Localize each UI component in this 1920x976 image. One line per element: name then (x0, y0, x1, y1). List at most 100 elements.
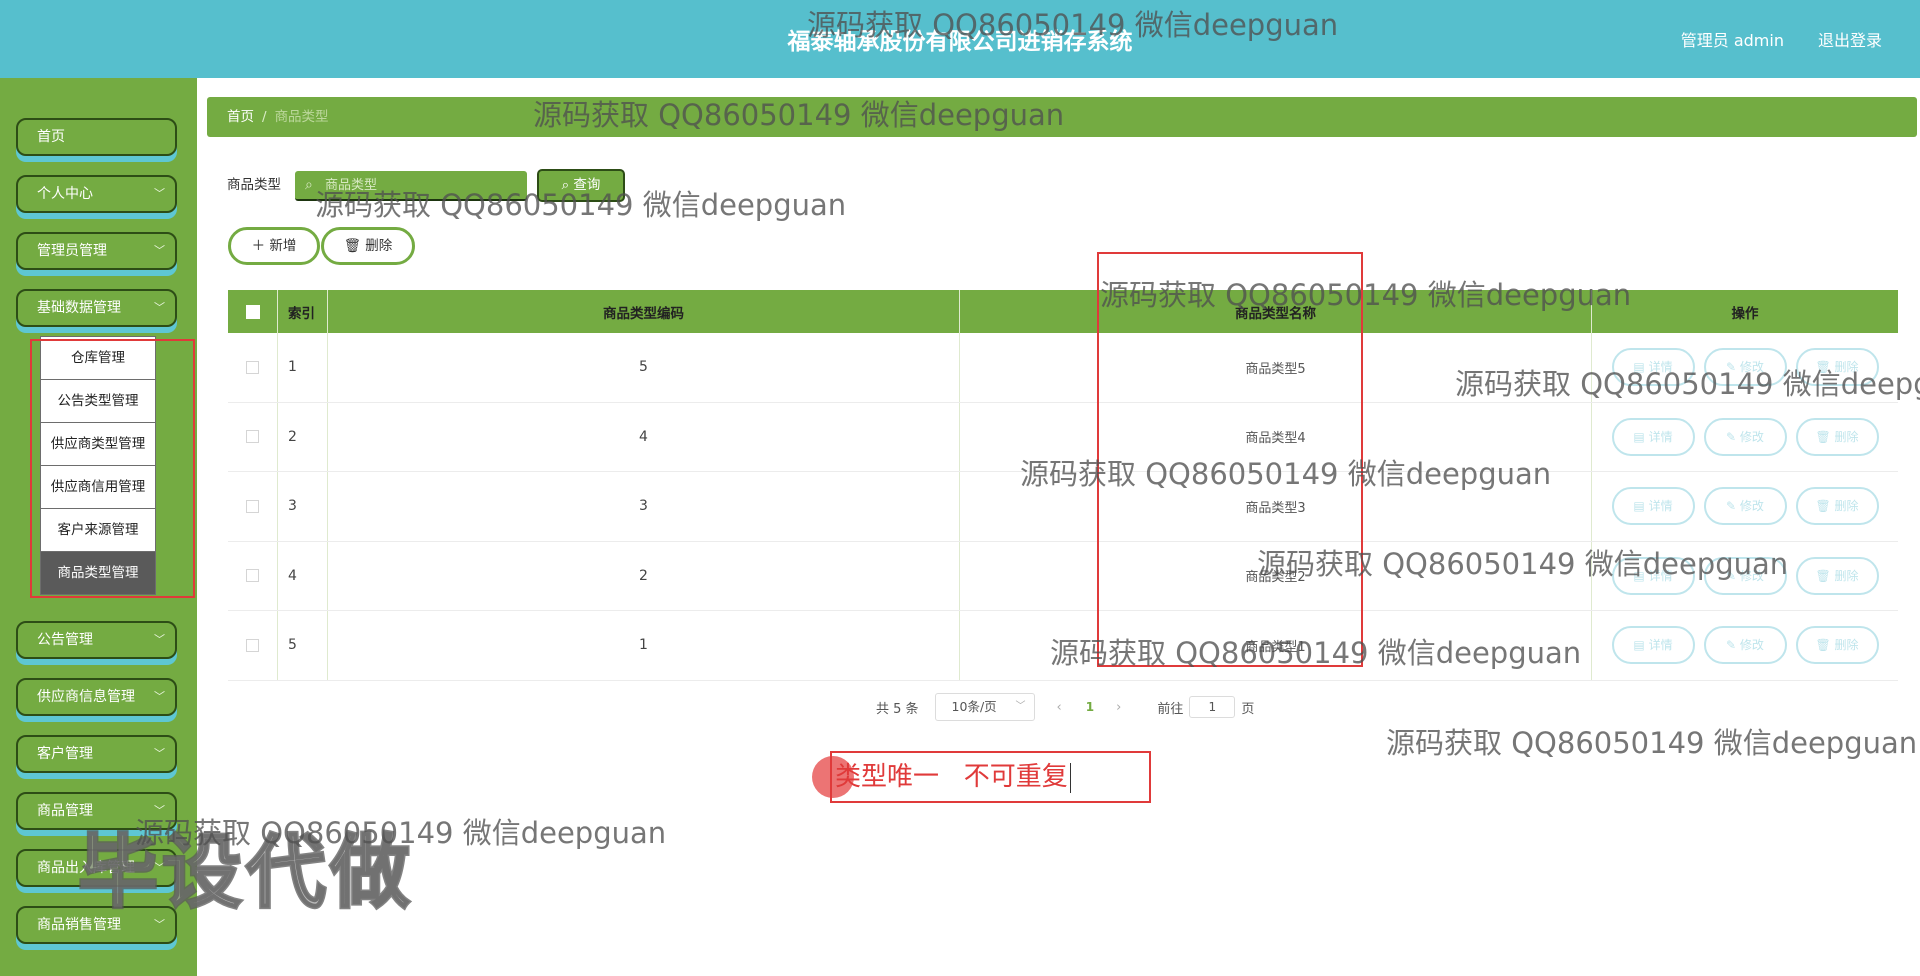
trash-icon: 🗑 (1815, 499, 1835, 514)
sidebar-item-profile[interactable]: 个人中心 ﹀ (16, 175, 177, 213)
row-checkbox[interactable] (246, 430, 259, 444)
table-row: 5 1 商品类型1 ▤ 详情 ✎ 修改 🗑 删除 (228, 611, 1898, 681)
chevron-down-icon: ﹀ (154, 861, 165, 874)
table-row: 4 2 商品类型2 ▤ 详情 ✎ 修改 🗑 删除 (228, 541, 1898, 611)
plus-icon: ＋ (251, 238, 270, 254)
goto-page-input[interactable]: 1 (1189, 696, 1236, 718)
add-button[interactable]: ＋ 新增 (228, 227, 320, 265)
detail-button[interactable]: ▤ 详情 (1611, 556, 1695, 595)
edit-label: 修改 (1739, 638, 1764, 653)
search-icon: ⌕ (561, 177, 574, 193)
row-index: 2 (278, 402, 328, 471)
sidebar-item-label: 个人中心 (37, 186, 93, 202)
select-all-checkbox[interactable] (245, 304, 260, 319)
detail-label: 详情 (1648, 568, 1673, 583)
sidebar-item-notice[interactable]: 公告管理 ﹀ (16, 621, 177, 659)
column-header-actions: 操作 (1731, 305, 1759, 322)
row-code: 1 (328, 611, 960, 680)
page-number[interactable]: 1 (1086, 700, 1094, 714)
sidebar-item-label: 管理员管理 (37, 243, 107, 259)
header-checkbox-cell (228, 290, 278, 333)
breadcrumb-current: 商品类型 (274, 109, 329, 125)
edit-label: 修改 (1739, 360, 1764, 375)
watermark: 源码获取 QQ86050149 微信deepguan (1386, 726, 1918, 760)
row-code: 2 (328, 541, 960, 610)
detail-button[interactable]: ▤ 详情 (1611, 348, 1695, 387)
edit-label: 修改 (1739, 499, 1764, 514)
sidebar-item-label: 商品出入库管理 (37, 860, 135, 876)
delete-label: 删除 (1834, 568, 1859, 583)
sidebar-item-label: 商品销售管理 (37, 917, 121, 933)
edit-button[interactable]: ✎ 修改 (1703, 417, 1787, 456)
goto-label: 前往 (1157, 701, 1184, 717)
delete-label: 删除 (1834, 360, 1859, 375)
sidebar-item-goods[interactable]: 商品管理 ﹀ (16, 792, 177, 830)
delete-button[interactable]: 🗑 删除 (1795, 348, 1879, 387)
pencil-icon: ✎ (1726, 638, 1740, 653)
pagination-total: 共 5 条 (876, 701, 919, 717)
next-page-icon[interactable]: › (1116, 700, 1121, 715)
pencil-icon: ✎ (1726, 360, 1740, 375)
delete-button[interactable]: 🗑 删除 (1795, 626, 1879, 665)
sidebar-item-basic-data[interactable]: 基础数据管理 ﹀ (16, 289, 177, 327)
goods-type-table: 索引 商品类型编码 商品类型名称 操作 1 5 商品类型5 ▤ 详情 ✎ 修改 … (228, 290, 1898, 681)
sidebar-item-customer[interactable]: 客户管理 ﹀ (16, 735, 177, 773)
delete-label: 删除 (1834, 638, 1859, 653)
search-input[interactable] (295, 171, 527, 201)
detail-label: 详情 (1648, 360, 1673, 375)
row-checkbox[interactable] (246, 360, 259, 374)
trash-icon: 🗑 (1815, 568, 1835, 583)
edit-label: 修改 (1739, 429, 1764, 444)
sidebar-item-label: 基础数据管理 (37, 300, 121, 316)
sidebar-item-admin[interactable]: 管理员管理 ﹀ (16, 232, 177, 270)
detail-button[interactable]: ▤ 详情 (1611, 626, 1695, 665)
chevron-down-icon: ﹀ (154, 301, 165, 314)
sidebar-item-goods-stock[interactable]: 商品出入库管理 ﹀ (16, 849, 177, 887)
row-actions: ▤ 详情 ✎ 修改 🗑 删除 (1592, 472, 1898, 541)
edit-button[interactable]: ✎ 修改 (1703, 487, 1787, 526)
breadcrumb: 首页 / 商品类型 (207, 97, 1917, 137)
edit-button[interactable]: ✎ 修改 (1703, 626, 1787, 665)
edit-button[interactable]: ✎ 修改 (1703, 556, 1787, 595)
row-checkbox[interactable] (246, 499, 259, 513)
document-icon: ▤ (1633, 499, 1649, 514)
query-button[interactable]: ⌕ 查询 (537, 169, 625, 202)
detail-button[interactable]: ▤ 详情 (1611, 487, 1695, 526)
row-actions: ▤ 详情 ✎ 修改 🗑 删除 (1592, 542, 1898, 611)
row-index: 1 (278, 333, 328, 402)
table-row: 2 4 商品类型4 ▤ 详情 ✎ 修改 🗑 删除 (228, 402, 1898, 472)
sidebar-item-label: 供应商信息管理 (37, 689, 135, 705)
system-title: 福泰轴承股份有限公司进销存系统 (787, 29, 1133, 55)
page-size-select[interactable]: 10条/页 ﹀ (934, 693, 1035, 721)
table-header: 索引 商品类型编码 商品类型名称 操作 (228, 290, 1898, 333)
sidebar-item-goods-sales[interactable]: 商品销售管理 ﹀ (16, 906, 177, 944)
search-label: 商品类型 (227, 177, 281, 193)
chevron-down-icon: ﹀ (154, 690, 165, 703)
current-user-label[interactable]: 管理员 admin (1681, 27, 1784, 51)
row-index: 3 (278, 472, 328, 541)
column-header-code: 商品类型编码 (328, 290, 960, 333)
sidebar-item-supplier[interactable]: 供应商信息管理 ﹀ (16, 678, 177, 716)
chevron-down-icon: ﹀ (154, 187, 165, 200)
detail-button[interactable]: ▤ 详情 (1611, 417, 1695, 456)
breadcrumb-home[interactable]: 首页 (227, 109, 254, 125)
row-checkbox[interactable] (246, 638, 259, 652)
table-row: 1 5 商品类型5 ▤ 详情 ✎ 修改 🗑 删除 (228, 333, 1898, 403)
row-checkbox-cell (228, 333, 278, 402)
edit-button[interactable]: ✎ 修改 (1703, 348, 1787, 387)
sidebar-item-home[interactable]: 首页 (16, 118, 177, 156)
delete-button[interactable]: 🗑 删除 (1795, 487, 1879, 526)
trash-icon: 🗑 (1815, 638, 1835, 653)
batch-delete-button[interactable]: 🗑 删除 (321, 227, 415, 265)
delete-button[interactable]: 🗑 删除 (1795, 417, 1879, 456)
row-checkbox[interactable] (246, 569, 259, 583)
search-icon: ⌕ (305, 177, 313, 193)
logout-link[interactable]: 退出登录 (1818, 27, 1882, 51)
row-index: 5 (278, 611, 328, 680)
document-icon: ▤ (1633, 360, 1649, 375)
text-caret (1069, 762, 1071, 793)
delete-button[interactable]: 🗑 删除 (1795, 556, 1879, 595)
detail-label: 详情 (1648, 638, 1673, 653)
trash-icon: 🗑 (1815, 429, 1835, 444)
prev-page-icon[interactable]: ‹ (1057, 700, 1062, 715)
